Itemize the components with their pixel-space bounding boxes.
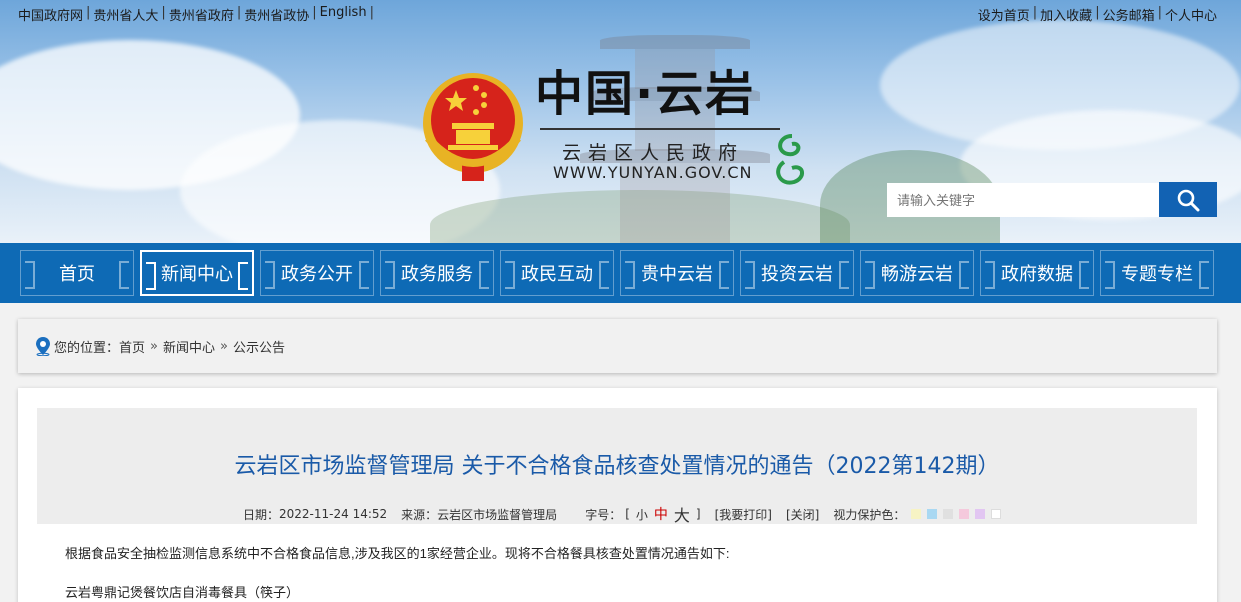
source-label: 来源： bbox=[401, 507, 438, 522]
nav-item-interaction[interactable]: 政民互动 bbox=[500, 250, 614, 296]
main-nav: 首页 新闻中心 政务公开 政务服务 政民互动 贵中云岩 投资云岩 畅游云岩 政府… bbox=[0, 243, 1241, 303]
font-medium-button[interactable]: 中 bbox=[654, 504, 668, 524]
breadcrumb-news-center[interactable]: 新闻中心 bbox=[163, 337, 215, 356]
article-paragraph: 根据食品安全抽检监测信息系统中不合格食品信息,涉及我区的1家经营企业。现将不合格… bbox=[65, 546, 730, 561]
nav-item-guizhong-yunyan[interactable]: 贵中云岩 bbox=[620, 250, 734, 296]
search-icon bbox=[1177, 189, 1200, 211]
nav-item-special-topics[interactable]: 专题专栏 bbox=[1100, 250, 1214, 296]
set-homepage-link[interactable]: 设为首页 bbox=[978, 5, 1030, 24]
nav-item-tourism[interactable]: 畅游云岩 bbox=[860, 250, 974, 296]
nav-item-gov-services[interactable]: 政务服务 bbox=[380, 250, 494, 296]
close-button[interactable]: [关闭] bbox=[786, 506, 819, 523]
article-header: 云岩区市场监督管理局 关于不合格食品核查处置情况的通告（2022第142期） 日… bbox=[37, 408, 1197, 526]
top-links-right: 设为首页 | 加入收藏 | 公务邮箱 | 个人中心 bbox=[977, 5, 1217, 24]
article-title: 云岩区市场监督管理局 关于不合格食品核查处置情况的通告（2022第142期） bbox=[234, 454, 1000, 479]
breadcrumb: 您的位置： 首页 » 新闻中心 » 公示公告 bbox=[18, 319, 1217, 373]
top-link[interactable]: 贵州省政协 bbox=[244, 5, 309, 24]
nav-item-gov-data[interactable]: 政府数据 bbox=[980, 250, 1094, 296]
breadcrumb-announcements[interactable]: 公示公告 bbox=[233, 337, 285, 356]
add-favorite-link[interactable]: 加入收藏 bbox=[1040, 5, 1092, 24]
top-link[interactable]: 贵州省人大 bbox=[93, 5, 158, 24]
eye-color-blue[interactable] bbox=[927, 509, 938, 519]
personal-center-link[interactable]: 个人中心 bbox=[1165, 5, 1217, 24]
breadcrumb-separator: » bbox=[220, 338, 228, 354]
search-input[interactable] bbox=[887, 183, 1159, 217]
eye-color-gray[interactable] bbox=[943, 509, 954, 519]
article-date: 2022-11-24 14:52 bbox=[279, 507, 388, 521]
bracket-open: [ bbox=[625, 507, 630, 521]
nav-item-news-center[interactable]: 新闻中心 bbox=[140, 250, 254, 296]
article-meta: 日期： 2022-11-24 14:52 来源： 云岩区市场监督管理局 字号： … bbox=[243, 502, 1002, 526]
article-source: 云岩区市场监督管理局 bbox=[437, 507, 558, 522]
cloud-logo-icon bbox=[776, 134, 804, 185]
site-url: WWW.YUNYAN.GOV.CN bbox=[553, 163, 753, 182]
search-button[interactable] bbox=[1159, 182, 1217, 217]
print-button[interactable]: [我要打印] bbox=[715, 506, 772, 523]
top-link[interactable]: 中国政府网 bbox=[18, 5, 83, 24]
nav-item-gov-affairs[interactable]: 政务公开 bbox=[260, 250, 374, 296]
header-banner: 中国政府网 | 贵州省人大 | 贵州省政府 | 贵州省政协 | English … bbox=[0, 0, 1241, 243]
location-pin-icon bbox=[36, 337, 50, 356]
breadcrumb-home[interactable]: 首页 bbox=[119, 337, 145, 356]
article-panel: 云岩区市场监督管理局 关于不合格食品核查处置情况的通告（2022第142期） 日… bbox=[18, 388, 1217, 602]
site-subtitle: 云岩区人民政府 bbox=[562, 142, 745, 164]
title-underline bbox=[540, 128, 780, 130]
date-label: 日期： bbox=[243, 507, 280, 522]
font-size-label: 字号： bbox=[585, 507, 622, 522]
bracket-close: ] bbox=[695, 507, 701, 521]
nav-item-invest[interactable]: 投资云岩 bbox=[740, 250, 854, 296]
national-emblem-icon bbox=[423, 73, 523, 181]
font-small-button[interactable]: 小 bbox=[636, 506, 648, 523]
nav-item-home[interactable]: 首页 bbox=[20, 250, 134, 296]
top-links-left: 中国政府网 | 贵州省人大 | 贵州省政府 | 贵州省政协 | English … bbox=[18, 5, 374, 24]
eye-protection-label: 视力保护色： bbox=[833, 507, 906, 522]
breadcrumb-prefix: 您的位置： bbox=[54, 340, 120, 356]
article-paragraph: 云岩粤鼎记煲餐饮店自消毒餐具（筷子） bbox=[65, 585, 300, 600]
eye-color-pink[interactable] bbox=[959, 509, 970, 519]
eye-color-yellow[interactable] bbox=[911, 509, 922, 519]
top-link-english[interactable]: English bbox=[320, 5, 367, 24]
top-link[interactable]: 贵州省政府 bbox=[169, 5, 234, 24]
official-mail-link[interactable]: 公务邮箱 bbox=[1103, 5, 1155, 24]
font-large-button[interactable]: 大 bbox=[674, 502, 690, 526]
breadcrumb-separator: » bbox=[150, 338, 158, 354]
site-title: 中国·云岩 bbox=[535, 66, 756, 122]
eye-color-purple[interactable] bbox=[975, 509, 986, 519]
eye-color-white[interactable] bbox=[991, 509, 1002, 519]
